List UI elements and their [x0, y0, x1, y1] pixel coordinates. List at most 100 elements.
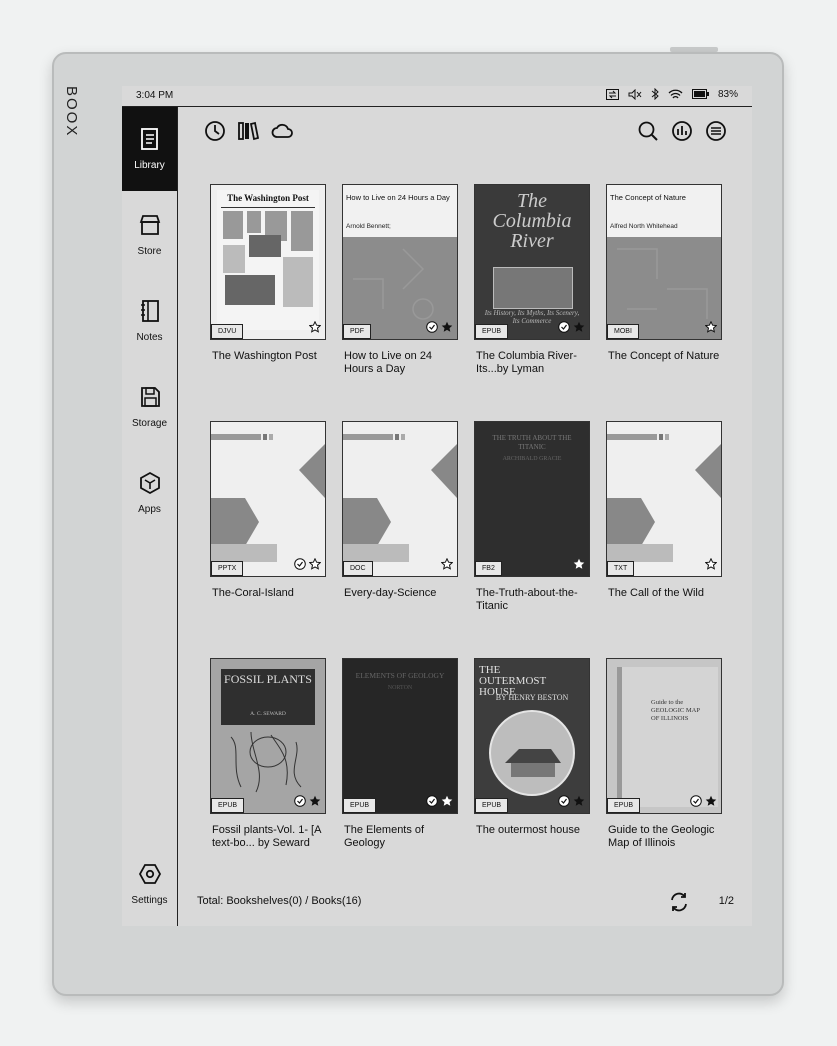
- check-icon: [294, 794, 306, 812]
- sidebar-item-label: Storage: [131, 418, 168, 429]
- star-filled-icon[interactable]: [441, 320, 453, 338]
- format-badge: DJVU: [211, 324, 244, 339]
- sidebar-item-label: Apps: [138, 504, 161, 515]
- book-item[interactable]: ELEMENTS OF GEOLOGY NORTON EPUB The Elem…: [342, 658, 458, 850]
- book-item[interactable]: Guide to the GEOLOGIC MAP OF ILLINOIS EP…: [606, 658, 722, 850]
- screen-refresh-icon[interactable]: [605, 88, 619, 100]
- sidebar-item-label: Notes: [136, 332, 163, 343]
- sidebar-item-store[interactable]: Store: [122, 193, 177, 277]
- star-outline-icon[interactable]: [440, 557, 454, 575]
- star-filled-icon[interactable]: [441, 794, 453, 812]
- book-title: The Concept of Nature: [608, 350, 720, 362]
- book-item[interactable]: DOC Every-day-Science: [342, 421, 458, 600]
- book-title: The-Coral-Island: [212, 587, 294, 599]
- book-cover: How to Live on 24 Hours a Day Arnold Ben…: [342, 184, 458, 340]
- book-title: The Columbia River-Its...by Lyman: [476, 350, 577, 375]
- refresh-icon[interactable]: [668, 891, 690, 913]
- storage-icon: [139, 385, 161, 412]
- cover-author: A. C. SEWARD: [250, 711, 286, 717]
- star-filled-icon[interactable]: [573, 794, 585, 812]
- book-item[interactable]: FOSSIL PLANTS A. C. SEWARD EPUB Fossil p…: [210, 658, 326, 850]
- format-badge: PDF: [343, 324, 371, 339]
- settings-icon: [138, 862, 162, 889]
- sidebar-item-notes[interactable]: Notes: [122, 279, 177, 363]
- cover-title: The Concept of Nature: [610, 193, 686, 202]
- library-total: Total: Bookshelves(0) / Books(16): [197, 895, 362, 907]
- book-cover: THE TRUTH ABOUT THE TITANIC ARCHIBALD GR…: [474, 421, 590, 577]
- library-icon: [139, 127, 161, 154]
- library-main: The Washington Post DJVU The Washington …: [179, 107, 752, 926]
- format-badge: EPUB: [475, 324, 509, 339]
- brand-text: BOOX: [63, 86, 80, 138]
- cover-author: BY HENRY BESTON: [495, 693, 569, 702]
- book-cover: DOC: [342, 421, 458, 577]
- sidebar-item-settings[interactable]: Settings: [122, 842, 177, 926]
- book-cover: ELEMENTS OF GEOLOGY NORTON EPUB: [342, 658, 458, 814]
- book-title: How to Live on 24 Hours a Day: [344, 350, 433, 375]
- book-item[interactable]: The Concept of Nature Alfred North White…: [606, 184, 722, 363]
- star-outline-icon[interactable]: [704, 557, 718, 575]
- format-badge: FB2: [475, 561, 502, 576]
- book-item[interactable]: The Columbia River Its History, Its Myth…: [474, 184, 590, 376]
- book-item[interactable]: How to Live on 24 Hours a Day Arnold Ben…: [342, 184, 458, 376]
- check-icon: [690, 794, 702, 812]
- star-outline-icon[interactable]: [704, 320, 718, 338]
- cover-title: Guide to the GEOLOGIC MAP OF ILLINOIS: [651, 699, 700, 722]
- star-filled-icon[interactable]: [573, 557, 585, 575]
- book-title: The outermost house: [476, 824, 580, 836]
- recent-icon[interactable]: [203, 119, 227, 143]
- format-badge: DOC: [343, 561, 373, 576]
- cover-title: FOSSIL PLANTS: [224, 672, 312, 686]
- mute-icon[interactable]: [628, 88, 642, 100]
- book-cover: THE OUTERMOST HOUSE BY HENRY BESTON EPUB: [474, 658, 590, 814]
- bookshelf-icon[interactable]: [236, 119, 260, 143]
- sidebar-item-library[interactable]: Library: [122, 107, 177, 191]
- star-outline-icon[interactable]: [308, 557, 322, 575]
- sidebar-item-label: Settings: [131, 895, 168, 906]
- search-icon[interactable]: [636, 119, 660, 143]
- star-outline-icon[interactable]: [308, 320, 322, 338]
- star-filled-icon[interactable]: [309, 794, 321, 812]
- book-title: The Call of the Wild: [608, 587, 704, 599]
- stats-icon[interactable]: [670, 119, 694, 143]
- star-filled-icon[interactable]: [705, 794, 717, 812]
- star-filled-icon[interactable]: [573, 320, 585, 338]
- format-badge: PPTX: [211, 561, 244, 576]
- format-badge: MOBI: [607, 324, 639, 339]
- book-title: Fossil plants-Vol. 1- [A text-bo... by S…: [212, 824, 321, 849]
- store-icon: [138, 213, 162, 240]
- sidebar-item-label: Store: [137, 246, 162, 257]
- book-title: The Elements of Geology: [344, 824, 425, 849]
- screen: 3:04 PM 83% Library Store Notes Storage …: [122, 86, 752, 926]
- book-item[interactable]: PPTX The-Coral-Island: [210, 421, 326, 600]
- apps-icon: [138, 471, 162, 498]
- notes-icon: [139, 299, 161, 326]
- wifi-icon[interactable]: [668, 89, 683, 100]
- sidebar-item-apps[interactable]: Apps: [122, 451, 177, 535]
- book-title: Every-day-Science: [344, 587, 437, 599]
- book-item[interactable]: THE TRUTH ABOUT THE TITANIC ARCHIBALD GR…: [474, 421, 590, 613]
- brand-logo: BOOX: [60, 86, 84, 146]
- status-bar: 3:04 PM 83%: [122, 86, 752, 107]
- book-cover: TXT: [606, 421, 722, 577]
- cover-title: ELEMENTS OF GEOLOGY: [355, 671, 445, 680]
- cover-title: How to Live on 24 Hours a Day: [346, 193, 450, 202]
- sidebar-item-label: Library: [134, 160, 165, 171]
- book-cover: The Concept of Nature Alfred North White…: [606, 184, 722, 340]
- book-item[interactable]: THE OUTERMOST HOUSE BY HENRY BESTON EPUB…: [474, 658, 590, 837]
- cloud-icon[interactable]: [270, 119, 294, 143]
- cover-author: NORTON: [387, 685, 413, 691]
- sidebar-item-storage[interactable]: Storage: [122, 365, 177, 449]
- cover-author: ARCHIBALD GRACIE: [502, 456, 562, 462]
- format-badge: TXT: [607, 561, 635, 576]
- check-icon: [294, 557, 306, 575]
- page-indicator: 1/2: [718, 895, 734, 907]
- book-title: The Washington Post: [212, 350, 317, 362]
- menu-icon[interactable]: [704, 119, 728, 143]
- book-item[interactable]: TXT The Call of the Wild: [606, 421, 722, 600]
- check-icon: [558, 320, 570, 338]
- bluetooth-icon[interactable]: [651, 88, 659, 100]
- status-time: 3:04 PM: [136, 90, 174, 101]
- book-item[interactable]: The Washington Post DJVU The Washington …: [210, 184, 326, 363]
- cover-author: Arnold Bennett;: [346, 223, 391, 230]
